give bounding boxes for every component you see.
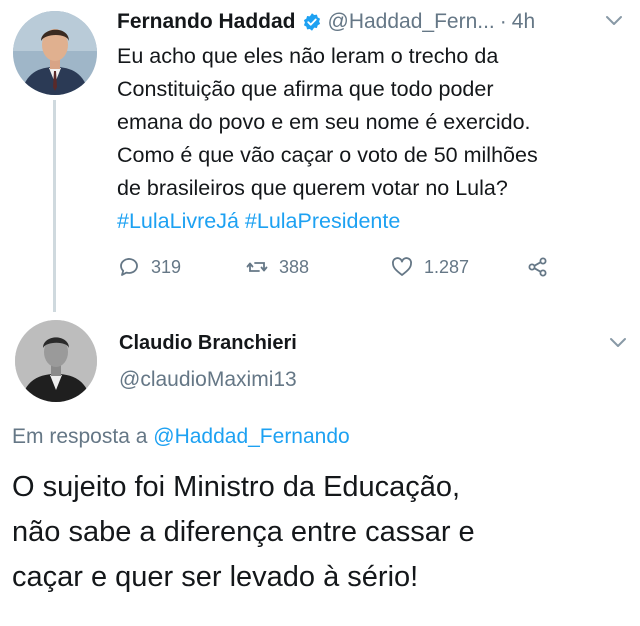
replying-to: Em resposta a @Haddad_Fernando: [12, 425, 350, 449]
verified-badge-icon: [303, 13, 320, 31]
tweet-text-line: Como é que vão caçar o voto de 50 milhõe…: [117, 143, 538, 167]
reply-text: O sujeito foi Ministro da Educação, não …: [12, 465, 632, 600]
retweet-icon: [246, 262, 268, 272]
tweet-header: Fernando Haddad @Haddad_Fern... · 4h: [117, 6, 597, 38]
heart-icon: [391, 257, 413, 276]
retweet-count: 388: [279, 256, 310, 277]
tweet-text-line: de brasileiros que querem votar no Lula?: [117, 176, 508, 200]
like-count: 1.287: [424, 256, 470, 277]
tweet-text: Eu acho que eles não leram o trecho da C…: [117, 40, 617, 238]
reply-text-line: não sabe a diferença entre cassar e: [12, 516, 475, 548]
replying-to-handle-link[interactable]: @Haddad_Fernando: [153, 425, 349, 448]
hashtag-line: #LulaLivreJá #LulaPresidente: [117, 205, 617, 238]
chevron-down-icon[interactable]: [604, 10, 624, 30]
reply-action[interactable]: 319: [117, 252, 181, 282]
tweet-text-line: Constituição que afirma que todo poder: [117, 77, 494, 101]
author-handle[interactable]: @Haddad_Fern...: [328, 10, 495, 34]
tweet-timestamp[interactable]: 4h: [512, 10, 535, 34]
reply-text-line: O sujeito foi Ministro da Educação,: [12, 471, 461, 503]
reply-bubble-icon: [120, 258, 138, 276]
tweet-text-line: Eu acho que eles não leram o trecho da: [117, 44, 499, 68]
author-avatar[interactable]: [13, 11, 97, 95]
reply-text-line: caçar e quer ser levado à sério!: [12, 561, 419, 593]
share-icon: [528, 257, 547, 277]
chevron-down-icon[interactable]: [608, 332, 628, 352]
reply-author-avatar[interactable]: [15, 320, 97, 402]
avatar-photo: [15, 320, 97, 402]
hashtag-link[interactable]: #LulaLivreJá: [117, 209, 239, 233]
share-action[interactable]: [526, 252, 560, 282]
author-name[interactable]: Fernando Haddad: [117, 10, 296, 34]
retweet-action[interactable]: 388: [245, 252, 309, 282]
replying-to-prefix: Em resposta a: [12, 425, 148, 448]
thread-line: [53, 100, 56, 312]
reply-author-name[interactable]: Claudio Branchieri: [119, 332, 297, 355]
like-action[interactable]: 1.287: [390, 252, 469, 282]
separator-dot: ·: [499, 10, 507, 33]
reply-count: 319: [151, 256, 182, 277]
avatar-photo: [13, 11, 97, 95]
hashtag-link[interactable]: #LulaPresidente: [245, 209, 400, 233]
tweet-text-line: emana do povo e em seu nome é exercido.: [117, 110, 531, 134]
reply-author-handle[interactable]: @claudioMaximi13: [119, 368, 297, 392]
